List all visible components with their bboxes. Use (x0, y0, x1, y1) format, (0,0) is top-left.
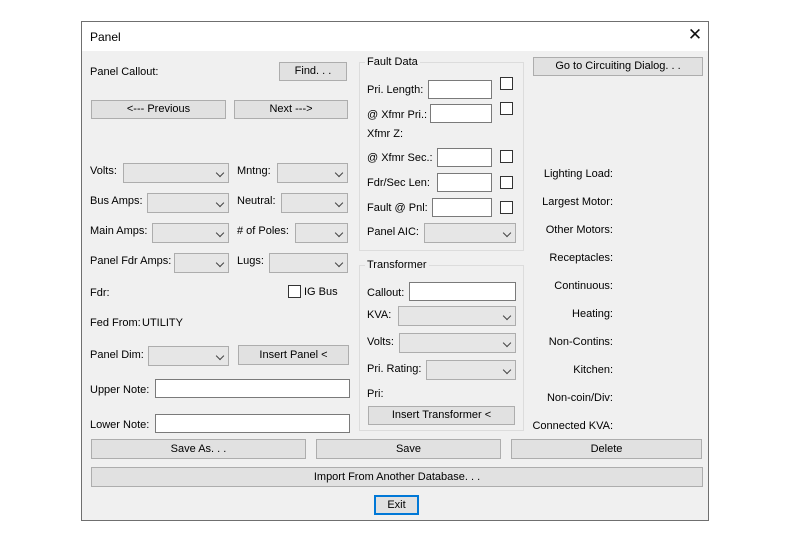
panel-aic-label: Panel AIC: (367, 226, 419, 238)
import-database-button[interactable]: Import From Another Database. . . (91, 467, 703, 487)
go-to-circuiting-button[interactable]: Go to Circuiting Dialog. . . (533, 57, 703, 76)
xfmr-pri-checkbox[interactable] (500, 102, 513, 115)
chevron-down-icon (215, 258, 225, 268)
ig-bus-checkbox[interactable] (288, 285, 301, 298)
panel-callout-label: Panel Callout: (90, 66, 159, 78)
fdr-sec-len-input[interactable] (437, 173, 492, 192)
pri-rating-label: Pri. Rating: (367, 363, 422, 375)
main-amps-label: Main Amps: (90, 225, 148, 237)
load-label-kitchen: Kitchen: (573, 364, 613, 376)
panel-dim-label: Panel Dim: (90, 349, 144, 361)
previous-button[interactable]: <--- Previous (91, 100, 226, 119)
upper-note-label: Upper Note: (90, 384, 150, 396)
load-label-continuous: Continuous: (554, 280, 613, 292)
chevron-down-icon (215, 351, 225, 361)
save-as-button[interactable]: Save As. . . (91, 439, 306, 459)
pri-length-label: Pri. Length: (367, 84, 424, 96)
load-label-connected-kva: Connected KVA: (532, 420, 613, 432)
lower-note-input[interactable] (155, 414, 350, 433)
xfmr-sec-input[interactable] (437, 148, 492, 167)
fault-data-title: Fault Data (365, 55, 420, 69)
num-poles-select[interactable] (295, 223, 348, 243)
chevron-down-icon (215, 228, 225, 238)
fdr-sec-len-label: Fdr/Sec Len: (367, 177, 430, 189)
upper-note-input[interactable] (155, 379, 350, 398)
transformer-title: Transformer (365, 258, 429, 272)
load-label-heating: Heating: (572, 308, 613, 320)
fed-from-value: UTILITY (142, 317, 183, 329)
num-poles-label: # of Poles: (237, 225, 289, 237)
chevron-down-icon (334, 228, 344, 238)
pri-label: Pri: (367, 388, 384, 400)
bus-amps-select[interactable] (147, 193, 229, 213)
callout-label: Callout: (367, 287, 405, 299)
load-label-non-coin-div: Non-coin/Div: (546, 392, 613, 404)
ig-bus-label: IG Bus (304, 286, 338, 298)
close-icon[interactable]: ✕ (684, 24, 706, 46)
chevron-down-icon (215, 198, 225, 208)
find-button[interactable]: Find. . . (279, 62, 347, 81)
xfmr-sec-checkbox[interactable] (500, 150, 513, 163)
next-button[interactable]: Next ---> (234, 100, 348, 119)
lugs-label: Lugs: (237, 255, 264, 267)
mntng-label: Mntng: (237, 165, 271, 177)
chevron-down-icon (334, 198, 344, 208)
fault-pnl-label: Fault @ Pnl: (367, 202, 428, 214)
load-label-other-motors: Other Motors: (545, 224, 613, 236)
load-label-receptacles: Receptacles: (549, 252, 613, 264)
lower-note-label: Lower Note: (90, 419, 150, 431)
fdr-label: Fdr: (90, 287, 110, 299)
exit-button[interactable]: Exit (374, 495, 419, 515)
chevron-down-icon (215, 168, 225, 178)
load-label-lighting: Lighting Load: (543, 168, 613, 180)
neutral-label: Neutral: (237, 195, 276, 207)
insert-panel-button[interactable]: Insert Panel < (238, 345, 349, 365)
fed-from-label: Fed From: (90, 317, 141, 329)
xfmr-pri-input[interactable] (430, 104, 492, 123)
load-label-non-contins: Non-Contins: (548, 336, 613, 348)
panel-fdr-amps-label: Panel Fdr Amps: (90, 255, 172, 267)
neutral-select[interactable] (281, 193, 348, 213)
mntng-select[interactable] (277, 163, 348, 183)
fault-pnl-input[interactable] (432, 198, 492, 217)
kva-label: KVA: (367, 309, 392, 321)
transformer-volts-label: Volts: (367, 336, 394, 348)
delete-button[interactable]: Delete (511, 439, 702, 459)
pri-length-input[interactable] (428, 80, 492, 99)
panel-dim-select[interactable] (148, 346, 229, 366)
save-button[interactable]: Save (316, 439, 501, 459)
window-title: Panel (90, 30, 121, 44)
volts-select[interactable] (123, 163, 229, 183)
title-bar (82, 22, 708, 51)
chevron-down-icon (334, 258, 344, 268)
xfmr-z-label: Xfmr Z: (367, 128, 404, 140)
lugs-select[interactable] (269, 253, 348, 273)
bus-amps-label: Bus Amps: (90, 195, 143, 207)
panel-fdr-amps-select[interactable] (174, 253, 229, 273)
chevron-down-icon (334, 168, 344, 178)
pri-length-checkbox[interactable] (500, 77, 513, 90)
xfmr-sec-label: @ Xfmr Sec.: (367, 152, 433, 164)
main-amps-select[interactable] (152, 223, 229, 243)
xfmr-pri-label: @ Xfmr Pri.: (367, 109, 428, 121)
load-label-largest-motor: Largest Motor: (542, 196, 613, 208)
volts-label: Volts: (90, 165, 117, 177)
